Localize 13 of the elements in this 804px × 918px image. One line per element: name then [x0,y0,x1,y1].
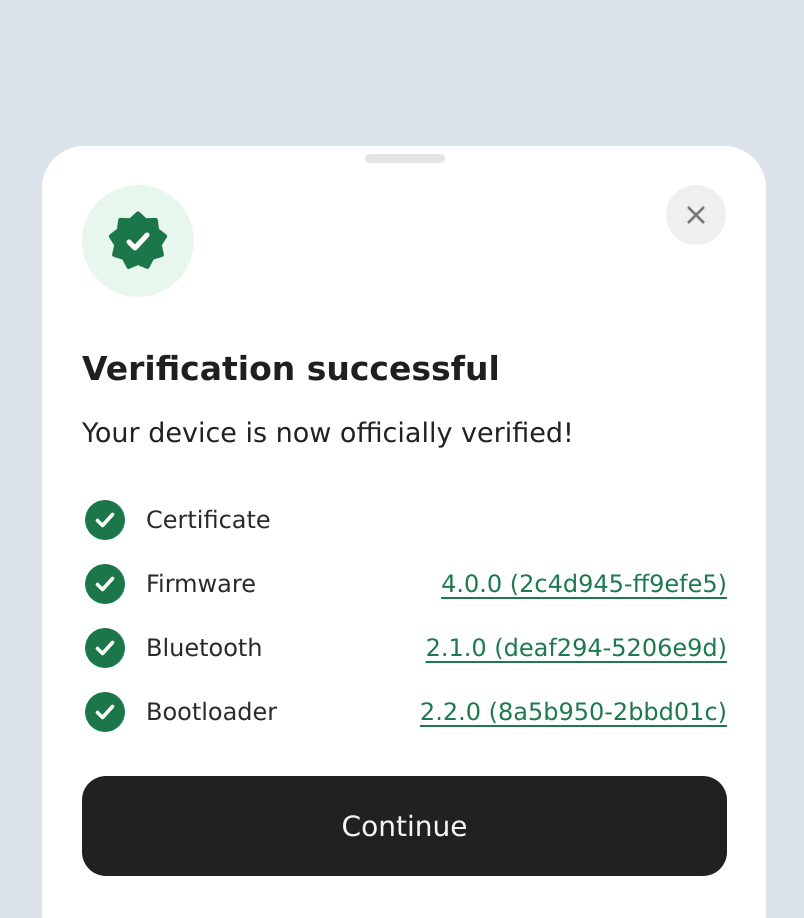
close-icon [687,206,705,224]
item-label: Bluetooth [146,634,264,662]
version-link[interactable]: 2.2.0 (8a5b950-2bbd01c) [420,698,727,726]
item-label: Firmware [146,570,257,598]
drag-handle[interactable] [364,154,444,163]
dialog-message: Your device is now officially verified! [82,417,575,451]
continue-button[interactable]: Continue [82,776,727,876]
dialog-title: Verification successful [82,348,501,390]
verified-badge-icon [82,185,194,297]
item-label: Bootloader [146,698,278,726]
item-label: Certificate [146,506,272,534]
version-link[interactable]: 2.1.0 (deaf294-5206e9d) [426,634,727,662]
version-link[interactable]: 4.0.0 (2c4d945-ff9efe5) [441,570,727,598]
